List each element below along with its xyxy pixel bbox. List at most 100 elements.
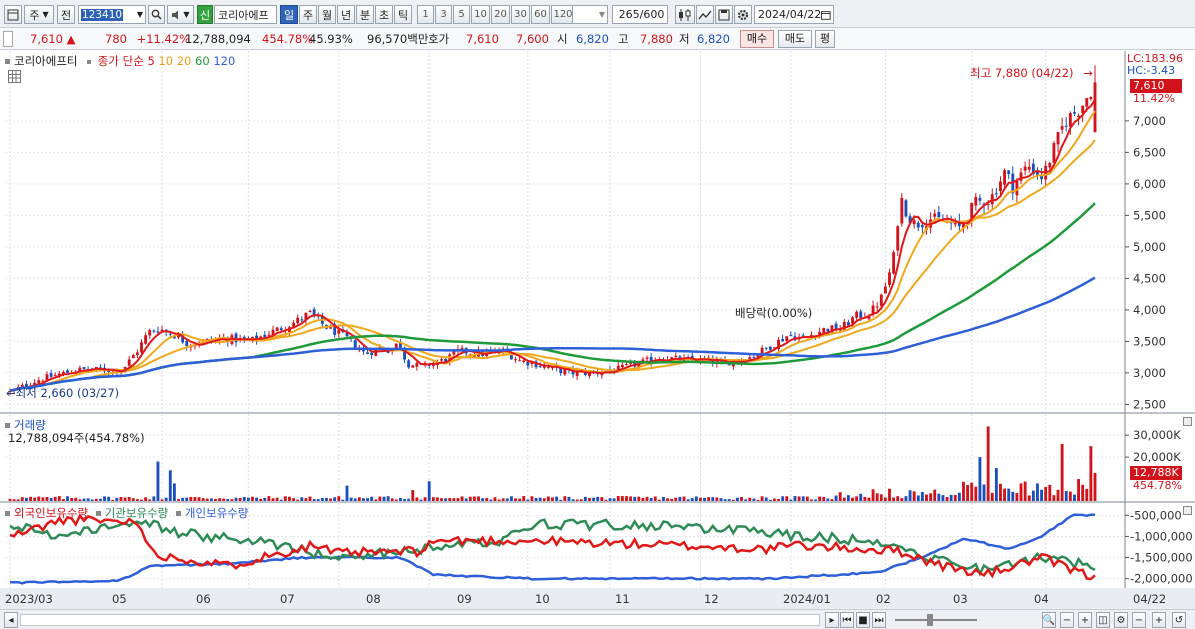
candle-body — [645, 357, 649, 359]
volume-bar — [657, 499, 661, 501]
volume-bar — [8, 498, 12, 501]
volume-bar — [719, 498, 723, 501]
volume-bar — [723, 499, 727, 501]
settings-button[interactable] — [734, 5, 752, 24]
scroll-left-icon[interactable]: ◂ — [4, 612, 18, 628]
period-tab[interactable]: 틱 — [394, 5, 412, 24]
close-panel-icon[interactable] — [1183, 506, 1192, 515]
interval-input[interactable]: ▼ — [572, 5, 608, 24]
volume-bar — [1031, 490, 1035, 501]
scroll-right-icon[interactable]: ▸ — [825, 612, 839, 628]
volume-bar — [834, 495, 838, 501]
volume-bar — [1003, 488, 1007, 501]
zoom-plus-icon[interactable]: + — [1078, 612, 1092, 628]
volume-bar — [300, 497, 304, 501]
interval-tab[interactable]: 5 — [453, 5, 470, 24]
volume-bar — [57, 496, 61, 501]
volume-bar — [555, 496, 559, 501]
volume-bar — [974, 486, 978, 501]
gear-icon — [737, 9, 749, 20]
stop-icon[interactable]: ■ — [856, 612, 870, 628]
zoom-slider[interactable] — [895, 612, 977, 628]
prev-button[interactable]: 전 — [57, 5, 75, 24]
layout-icon[interactable] — [4, 5, 22, 24]
candle-body — [337, 329, 341, 334]
count-field[interactable]: 265/600 — [612, 5, 668, 24]
interval-tab[interactable]: 1 — [417, 5, 434, 24]
candle-body — [1023, 166, 1027, 171]
period-tab[interactable]: 초 — [375, 5, 393, 24]
period-tab[interactable]: 년 — [337, 5, 355, 24]
axis-background — [1125, 51, 1195, 609]
period-tab[interactable]: 주 — [299, 5, 317, 24]
fit-icon[interactable]: ◫ — [1096, 612, 1110, 628]
zoom-minus-icon[interactable]: − — [1060, 612, 1074, 628]
quote-bar: 7,610 ▲ 780 +11.42% 12,788,094 454.78% 4… — [0, 28, 1195, 50]
candle-body — [140, 342, 143, 353]
last-icon[interactable]: ⏭ — [872, 612, 886, 628]
zoom-out-icon[interactable]: 🔍 — [1042, 612, 1056, 628]
chart-area[interactable]: 2023/03 05 06 07 08 09 10 11 12 2024/01 02 03 04 04/2… — [0, 51, 1195, 609]
save-button[interactable] — [715, 5, 733, 24]
buy-button[interactable]: 매수 — [740, 30, 774, 48]
volume-bar — [616, 495, 620, 501]
candle-body — [168, 333, 172, 335]
price-change-value: 780 — [105, 32, 127, 46]
data-table-icon[interactable] — [8, 70, 21, 83]
candle-body — [1007, 170, 1011, 175]
volume-bar — [144, 497, 148, 501]
stock-name-field[interactable]: 코리아에프 — [214, 5, 277, 24]
interval-tab[interactable]: 60 — [531, 5, 550, 24]
period-tab[interactable]: 월 — [318, 5, 336, 24]
interval-tab[interactable]: 10 — [471, 5, 490, 24]
type-select[interactable]: 주 ▼ — [24, 5, 54, 24]
stock-code-input[interactable]: 123410 ▼ — [78, 5, 146, 24]
period-tab[interactable]: 분 — [356, 5, 374, 24]
volume-bar — [842, 497, 846, 501]
chart-canvas[interactable]: 2023/03 05 06 07 08 09 10 11 12 2024/01 02 03 04 04/2… — [0, 51, 1195, 609]
volume-bar — [333, 497, 337, 501]
scroll-track[interactable] — [20, 614, 820, 626]
candle-type-button[interactable] — [675, 5, 695, 24]
close-panel-icon[interactable] — [1183, 417, 1192, 426]
quote-toggle-icon[interactable] — [3, 31, 13, 47]
search-button[interactable] — [148, 5, 165, 24]
volume-bar — [986, 426, 990, 501]
volume-bar — [600, 497, 604, 501]
volume-bar — [785, 496, 789, 501]
indicator-button[interactable] — [696, 5, 714, 24]
volume-bar — [1060, 443, 1064, 501]
minus-icon[interactable]: − — [1132, 612, 1146, 628]
chart-scrollbar[interactable]: ◂ ▸ ⏮ ■ ⏭ 🔍 − + ◫ ⚙ − + ↺ — [0, 609, 1195, 629]
volume-bar — [772, 498, 776, 501]
chevron-down-icon[interactable]: ▼ — [137, 10, 143, 19]
candle-body — [267, 334, 271, 336]
volume-bar — [633, 496, 637, 501]
x-axis-label: 10 — [535, 592, 550, 606]
volume-bar — [777, 499, 780, 501]
calendar-icon[interactable] — [821, 10, 831, 20]
volume-bar — [246, 497, 250, 501]
volume-bar — [929, 493, 933, 501]
flat-button[interactable]: 평 — [815, 30, 835, 48]
interval-tab[interactable]: 3 — [435, 5, 452, 24]
interval-tab[interactable]: 20 — [491, 5, 510, 24]
ma120-label: 120 — [213, 54, 236, 68]
volume-bar — [818, 496, 822, 501]
volume-bar — [205, 498, 209, 501]
settings-icon[interactable]: ⚙ — [1114, 612, 1128, 628]
interval-tab[interactable]: 30 — [511, 5, 530, 24]
sell-button[interactable]: 매도 — [778, 30, 812, 48]
period-tab[interactable]: 일 — [280, 5, 298, 24]
volume-axis-label: 20,000K — [1133, 450, 1181, 464]
sound-button[interactable]: ▼ — [167, 5, 194, 24]
count-value: 265 — [618, 8, 640, 21]
date-field[interactable]: 2024/04/22 — [754, 5, 834, 24]
plus-icon[interactable]: + — [1152, 612, 1166, 628]
reset-icon[interactable]: ↺ — [1172, 612, 1186, 628]
volume-bar — [727, 499, 731, 501]
chart-background — [0, 51, 1195, 609]
volume-bar — [308, 496, 312, 501]
first-icon[interactable]: ⏮ — [840, 612, 854, 628]
volume-bar — [1023, 481, 1027, 501]
